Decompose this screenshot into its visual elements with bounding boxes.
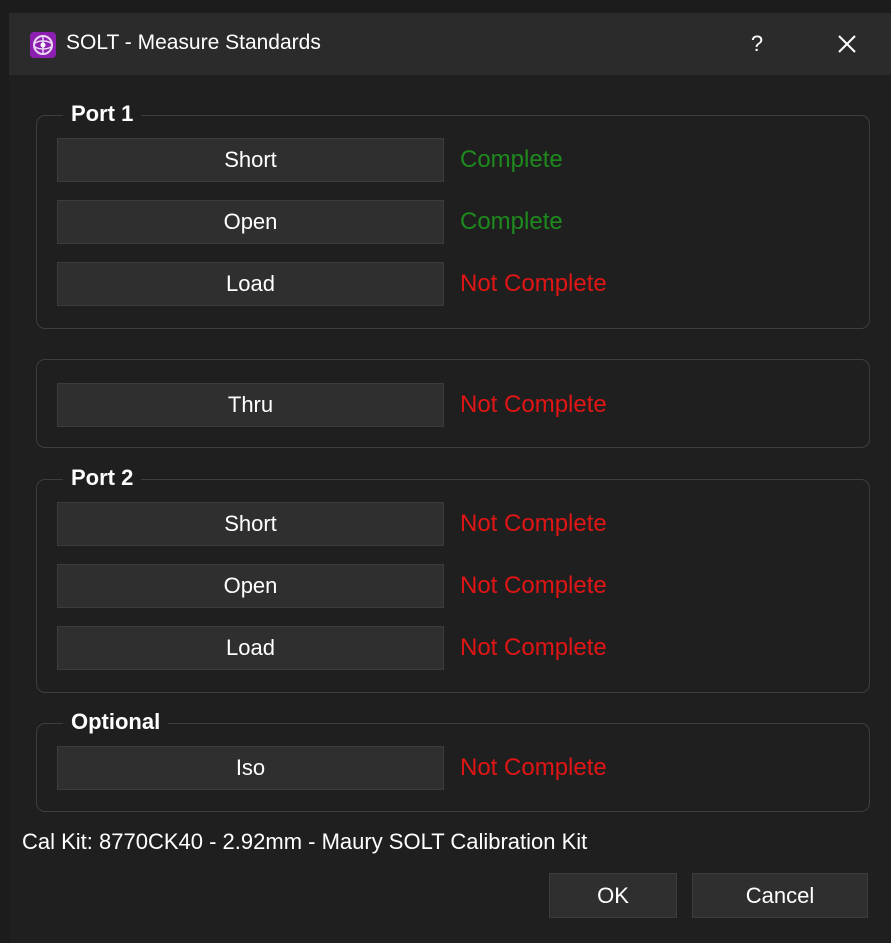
port2-open-button[interactable]: Open: [57, 564, 444, 608]
app-logo-icon: [30, 32, 56, 58]
thru-status: Not Complete: [460, 391, 607, 418]
title-bar: SOLT - Measure Standards ?: [9, 13, 891, 75]
iso-button[interactable]: Iso: [57, 746, 444, 790]
port1-group-title: Port 1: [63, 101, 142, 127]
port1-short-button[interactable]: Short: [57, 138, 444, 182]
dialog-window: SOLT - Measure Standards ? Port 1 Short …: [9, 13, 891, 943]
port2-load-status: Not Complete: [460, 634, 607, 661]
help-button[interactable]: ?: [737, 25, 777, 63]
port2-load-button[interactable]: Load: [57, 626, 444, 670]
port2-short-status: Not Complete: [460, 510, 607, 537]
cal-kit-label: Cal Kit: 8770CK40 - 2.92mm - Maury SOLT …: [22, 829, 588, 854]
close-icon: [838, 35, 856, 53]
port1-load-button[interactable]: Load: [57, 262, 444, 306]
optional-group-title: Optional: [63, 709, 169, 735]
window-title: SOLT - Measure Standards: [66, 31, 321, 54]
port1-load-status: Not Complete: [460, 270, 607, 297]
thru-button[interactable]: Thru: [57, 383, 444, 427]
iso-status: Not Complete: [460, 754, 607, 781]
port1-open-button[interactable]: Open: [57, 200, 444, 244]
cancel-button[interactable]: Cancel: [692, 873, 868, 918]
close-button[interactable]: [827, 25, 867, 63]
port1-short-status: Complete: [460, 146, 563, 173]
ok-button[interactable]: OK: [549, 873, 677, 918]
port2-short-button[interactable]: Short: [57, 502, 444, 546]
port2-open-status: Not Complete: [460, 572, 607, 599]
port2-group-title: Port 2: [63, 465, 142, 491]
port1-open-status: Complete: [460, 208, 563, 235]
